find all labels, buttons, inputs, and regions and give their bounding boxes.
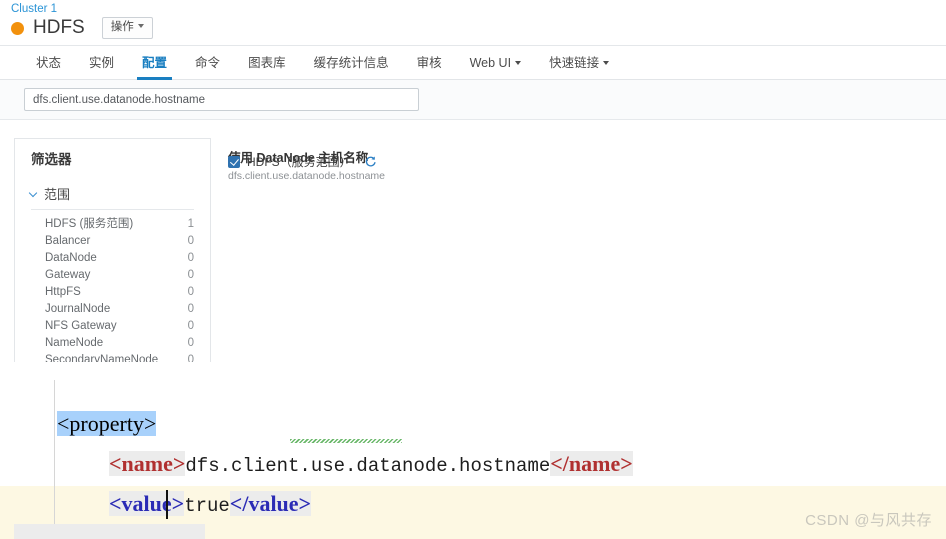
search-input[interactable] — [24, 88, 419, 111]
tab-label: 命令 — [195, 56, 221, 70]
tab-3[interactable]: 命令 — [181, 46, 234, 80]
filter-item-count: 0 — [187, 252, 194, 264]
service-title-row: HDFS 操作 — [11, 17, 153, 39]
filter-item-count: 0 — [187, 320, 194, 332]
config-checkbox-label: HDFS（服务范围） — [247, 155, 352, 169]
tab-label: 缓存统计信息 — [313, 56, 389, 70]
filter-item-label: NFS Gateway — [45, 320, 117, 332]
breadcrumb-cluster-link[interactable]: Cluster 1 — [11, 2, 57, 16]
code-token-close-tag: </value> — [229, 491, 312, 516]
code-token-close-tag: </name> — [550, 451, 633, 476]
tab-label: 配置 — [142, 56, 168, 70]
config-checkbox[interactable] — [228, 155, 240, 168]
tab-label: Web UI — [469, 56, 512, 70]
page-title: HDFS — [33, 17, 85, 38]
filter-divider — [31, 209, 194, 210]
tab-4[interactable]: 图表库 — [234, 46, 300, 80]
tab-6[interactable]: 审核 — [403, 46, 456, 80]
filter-item-count: 0 — [187, 354, 194, 362]
tab-list: 状态 实例 配置 命令 图表库 缓存统计信息 审核 Web UI 快速链接 — [0, 46, 946, 80]
tab-label: 实例 — [89, 56, 115, 70]
config-property-value-row: HDFS（服务范围） — [228, 153, 377, 170]
reset-icon[interactable] — [364, 155, 377, 168]
chevron-down-icon — [29, 189, 39, 199]
filter-item-count: 0 — [187, 337, 194, 349]
filter-item[interactable]: NameNode 0 — [45, 335, 194, 352]
filter-item-label: JournalNode — [45, 303, 111, 315]
tab-1[interactable]: 实例 — [75, 46, 128, 80]
tab-label: 图表库 — [248, 56, 286, 70]
filter-item-count: 0 — [187, 303, 194, 315]
filter-item-count: 0 — [187, 286, 194, 298]
tab-label: 审核 — [416, 56, 442, 70]
filter-item-label: SecondaryNameNode — [45, 354, 159, 362]
filter-item[interactable]: JournalNode 0 — [45, 301, 194, 318]
chevron-down-icon — [515, 61, 522, 65]
filter-item[interactable]: HttpFS 0 — [45, 284, 194, 301]
page-header: Cluster 1 HDFS 操作 — [0, 0, 946, 46]
filter-item[interactable]: NFS Gateway 0 — [45, 318, 194, 335]
filter-item-count: 0 — [187, 235, 194, 247]
text-caret — [166, 490, 168, 519]
filter-item-label: Balancer — [45, 235, 91, 247]
search-zone — [0, 80, 946, 120]
actions-dropdown-label: 操作 — [110, 21, 134, 33]
filter-item-label: Gateway — [45, 269, 91, 281]
tab-label: 快速链接 — [549, 56, 600, 70]
tab-8[interactable]: 快速链接 — [535, 46, 623, 80]
filter-item[interactable]: HDFS (服务范围) 1 — [45, 216, 194, 233]
filter-item[interactable]: SecondaryNameNode 0 — [45, 352, 194, 362]
filter-group-scope-label: 范围 — [44, 187, 71, 202]
tab-0[interactable]: 状态 — [22, 46, 75, 80]
config-property-key: dfs.client.use.datanode.hostname — [228, 170, 386, 182]
filter-item[interactable]: Gateway 0 — [45, 267, 194, 284]
tab-2[interactable]: 配置 — [128, 46, 181, 80]
chevron-down-icon — [603, 61, 610, 65]
filter-item-count: 0 — [187, 269, 194, 281]
filter-panel: 筛选器 范围 HDFS (服务范围) 1 Balancer 0 DataNode 0 Gat… — [14, 138, 211, 362]
filter-item[interactable]: DataNode 0 — [45, 250, 194, 267]
filter-item-count: 1 — [187, 218, 194, 230]
actions-dropdown-button[interactable]: 操作 — [101, 17, 153, 39]
filter-item-label: HDFS (服务范围) — [45, 218, 134, 230]
chevron-down-icon — [137, 24, 144, 28]
code-token-text: true — [184, 495, 230, 517]
filter-item-label: DataNode — [45, 252, 97, 264]
filter-item-list: HDFS (服务范围) 1 Balancer 0 DataNode 0 Gateway 0 Ht… — [15, 216, 210, 362]
filter-item[interactable]: Balancer 0 — [45, 233, 194, 250]
tab-7[interactable]: Web UI — [456, 46, 535, 80]
filter-panel-title: 筛选器 — [31, 152, 72, 167]
spellcheck-squiggle — [290, 439, 402, 443]
tab-bar: 状态 实例 配置 命令 图表库 缓存统计信息 审核 Web UI 快速链接 — [0, 46, 946, 80]
tab-label: 状态 — [36, 56, 62, 70]
filter-item-label: HttpFS — [45, 286, 81, 298]
app-root: Cluster 1 HDFS 操作 状态 实例 配置 命令 图表库 缓存统计信息 审核 Web… — [0, 0, 946, 539]
watermark: CSDN @与风共存 — [805, 512, 932, 529]
tab-5[interactable]: 缓存统计信息 — [300, 46, 403, 80]
filter-group-scope-header[interactable]: 范围 — [29, 184, 210, 203]
code-line[interactable]: </configuration> — [14, 524, 206, 539]
service-status-dot — [11, 21, 24, 35]
xml-editor-overlay[interactable]: <property> <name>dfs.client.use.datanode… — [0, 362, 946, 539]
filter-item-label: NameNode — [45, 337, 104, 349]
